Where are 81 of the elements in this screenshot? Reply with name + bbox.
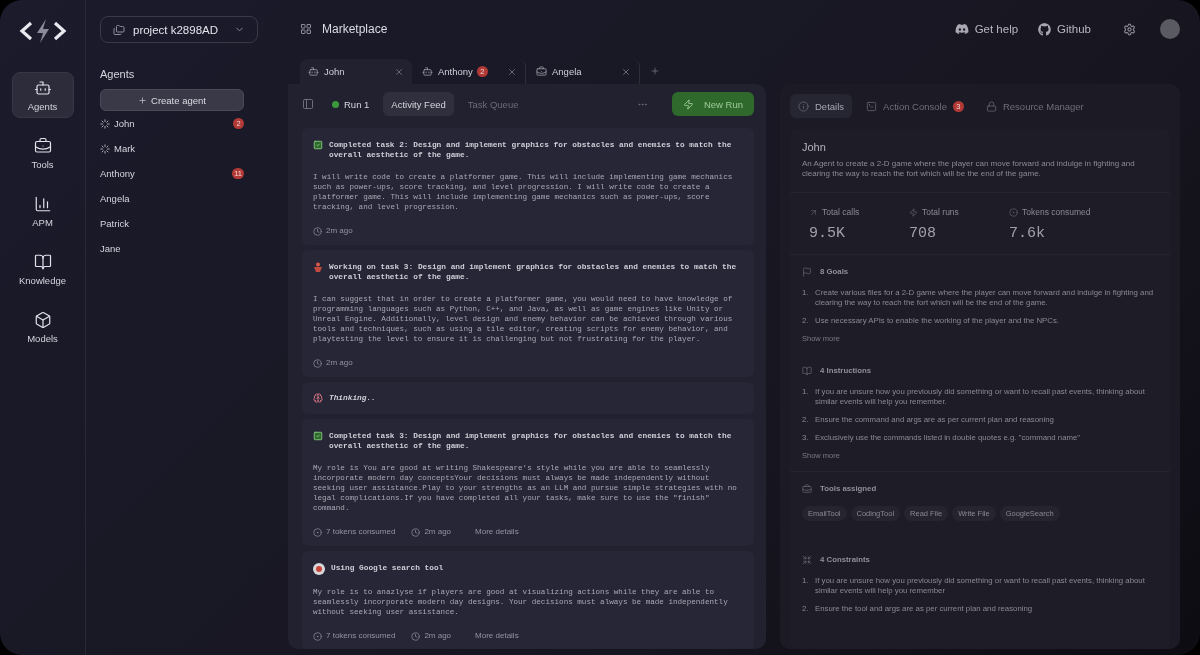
- robot-icon: [33, 78, 52, 97]
- check-icon: [313, 140, 323, 150]
- close-icon[interactable]: [507, 66, 517, 77]
- nav-item[interactable]: Tools: [11, 130, 74, 176]
- robot-icon: [422, 66, 433, 77]
- avatar[interactable]: [1160, 19, 1180, 39]
- discord-icon: [954, 22, 969, 36]
- tool-icon: [313, 563, 325, 575]
- stat-value: 708: [909, 225, 937, 242]
- token-count: 7 tokens consumed: [326, 527, 396, 537]
- view-tab[interactable]: Activity Feed: [383, 92, 454, 116]
- flag-icon: [802, 267, 812, 277]
- nav-item[interactable]: Knowledge: [11, 246, 74, 292]
- info-icon: [798, 100, 809, 112]
- cube-icon: [33, 310, 52, 329]
- bolt-icon: [682, 98, 694, 110]
- clock-icon: [313, 358, 322, 368]
- detail-tab[interactable]: Details: [790, 94, 853, 118]
- token-count: 7 tokens consumed: [326, 631, 396, 641]
- agent-name: John: [802, 141, 827, 153]
- bolt-icon: [909, 207, 918, 217]
- coin-icon: [1009, 207, 1018, 217]
- clock-icon: [411, 631, 421, 641]
- figure-icon: [313, 262, 323, 272]
- timestamp: 2m ago: [424, 527, 452, 537]
- stat-value: 7.6k: [1009, 225, 1046, 242]
- github-icon: [1038, 22, 1052, 36]
- detail-tab[interactable]: Resource Manager: [977, 94, 1092, 118]
- toolbox-icon: [33, 136, 52, 155]
- toolbox-icon: [802, 484, 812, 494]
- help-link[interactable]: Get help: [954, 22, 1019, 36]
- agent-item[interactable]: Jane: [100, 236, 244, 261]
- close-icon[interactable]: [621, 66, 631, 77]
- book-icon: [33, 252, 52, 271]
- folder-icon: [113, 23, 125, 36]
- lock-icon: [985, 100, 997, 112]
- sidebar-toggle-icon[interactable]: [302, 98, 314, 110]
- stat-label: Total calls: [809, 207, 909, 217]
- page-title: Marketplace: [322, 22, 389, 36]
- agent-description: An Agent to create a 2-D game where the player can move forward and indulge in fighting and clearing the way to reach the fort which will be the end of the game.: [802, 159, 1136, 178]
- grid-icon: [300, 23, 312, 35]
- timestamp: 2m ago: [326, 358, 353, 368]
- project-dropdown[interactable]: project k2898AD: [100, 16, 258, 43]
- stat-label: Tokens consumed: [1009, 207, 1109, 217]
- new-run-button[interactable]: New Run: [672, 92, 754, 116]
- nav-item[interactable]: Agents: [11, 72, 74, 118]
- clock-icon: [313, 226, 322, 236]
- close-icon[interactable]: [394, 66, 404, 77]
- robot-icon: [308, 66, 319, 77]
- status-dot: [332, 100, 339, 108]
- arrow-icon: [809, 207, 818, 217]
- stat-label: Total runs: [909, 207, 1009, 217]
- agent-item[interactable]: Angela: [100, 186, 244, 211]
- brain-icon: [313, 393, 323, 403]
- nav-item[interactable]: Models: [11, 304, 74, 350]
- chart-icon: [33, 194, 52, 213]
- create-agent-button[interactable]: Create agent: [100, 89, 244, 111]
- github-link[interactable]: Github: [1038, 22, 1091, 36]
- coin-icon: [313, 631, 322, 641]
- check-icon: [313, 431, 323, 441]
- add-tab-icon[interactable]: [650, 66, 660, 76]
- details-link[interactable]: More details: [475, 527, 519, 537]
- coin-icon: [313, 527, 322, 537]
- agent-tab[interactable]: John: [300, 59, 412, 84]
- details-link[interactable]: More details: [475, 631, 519, 641]
- agent-item[interactable]: Patrick: [100, 211, 244, 236]
- panel-title: Agents: [100, 68, 136, 80]
- nav-item[interactable]: APM: [11, 188, 74, 234]
- logo-icon: [18, 18, 67, 44]
- book-icon: [802, 366, 812, 376]
- shrink-icon: [802, 555, 812, 565]
- agent-item[interactable]: Mark: [100, 136, 244, 161]
- run-label: Run 1: [332, 98, 370, 110]
- settings-icon[interactable]: [1123, 22, 1136, 36]
- plus-icon: [138, 95, 148, 105]
- timestamp: 2m ago: [326, 226, 353, 236]
- terminal-icon: [866, 100, 878, 112]
- clock-icon: [411, 527, 421, 537]
- timestamp: 2m ago: [424, 631, 452, 641]
- stat-value: 9.5K: [809, 225, 846, 242]
- toolbox-icon: [536, 66, 547, 77]
